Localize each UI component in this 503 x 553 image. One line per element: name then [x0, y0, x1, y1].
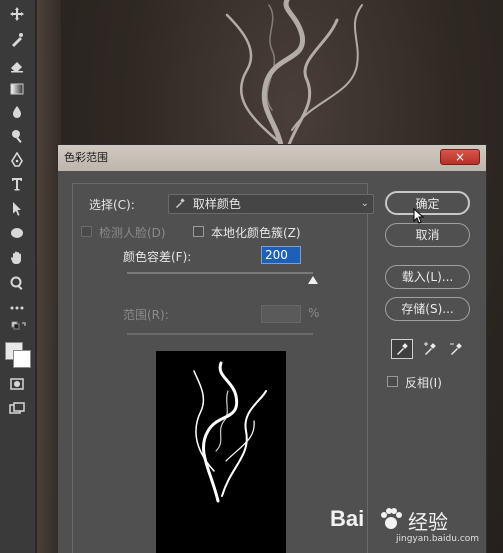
fuzziness-slider-thumb[interactable]	[308, 276, 318, 284]
range-label: 范围(R):	[123, 308, 169, 322]
fuzziness-slider-track[interactable]	[127, 272, 313, 274]
eraser-icon[interactable]	[6, 55, 28, 75]
healing-brush-icon[interactable]	[6, 30, 28, 50]
load-button[interactable]: 载入(L)...	[385, 265, 470, 289]
dialog-title: 色彩范围	[64, 151, 108, 164]
select-value: 取样颜色	[192, 197, 241, 211]
eyedropper-icon	[175, 195, 185, 213]
paw-logo-icon	[381, 508, 402, 529]
zoom-icon[interactable]	[6, 273, 28, 293]
baidu-watermark: Bai 经验 jingyan.baidu.com	[330, 500, 503, 550]
range-unit: %	[308, 306, 320, 320]
more-tools-icon[interactable]	[6, 298, 28, 318]
fuzziness-label: 颜色容差(F):	[123, 250, 192, 264]
watermark-url: jingyan.baidu.com	[396, 534, 480, 544]
move-tool-icon[interactable]	[6, 4, 28, 24]
background-color-swatch[interactable]	[13, 350, 31, 368]
eyedropper-tool-button[interactable]	[391, 339, 413, 359]
screen-mode-icon[interactable]	[6, 399, 28, 419]
invert-checkbox[interactable]	[387, 376, 398, 387]
eyedropper-plus-icon	[424, 342, 436, 355]
range-input[interactable]	[261, 305, 301, 323]
eyedropper-minus-icon	[450, 343, 462, 355]
ok-button[interactable]: 确定	[385, 191, 470, 215]
save-button[interactable]: 存储(S)...	[385, 297, 470, 321]
tools-panel	[0, 0, 36, 553]
hand-icon[interactable]	[6, 248, 28, 268]
gradient-icon[interactable]	[6, 79, 28, 99]
dialog-titlebar[interactable]: 色彩范围 ×	[58, 145, 486, 171]
color-range-dialog: 色彩范围 × 选择(C): 取样颜色 ⌄ 检测人脸(D) 本地化颜色簇(Z) 颜…	[57, 144, 487, 553]
invert-label: 反相(I)	[405, 376, 442, 390]
range-slider-track[interactable]	[127, 333, 313, 335]
watermark-brand: Bai	[330, 506, 365, 531]
eyedropper-plus-button[interactable]	[419, 339, 441, 359]
watermark-brand-2: 经验	[408, 510, 448, 534]
pen-icon[interactable]	[6, 150, 28, 170]
cancel-button[interactable]: 取消	[385, 223, 470, 247]
detect-faces-checkbox[interactable]	[81, 226, 92, 237]
fuzziness-input[interactable]: 200	[261, 246, 301, 264]
selection-preview[interactable]	[156, 351, 286, 553]
chevron-down-icon: ⌄	[360, 198, 369, 209]
type-icon[interactable]	[6, 174, 28, 194]
select-label: 选择(C):	[89, 198, 135, 212]
close-button[interactable]: ×	[440, 149, 480, 165]
localized-clusters-checkbox[interactable]	[193, 226, 204, 237]
ellipse-icon[interactable]	[6, 223, 28, 243]
path-selection-icon[interactable]	[6, 199, 28, 219]
dodge-icon[interactable]	[6, 126, 28, 146]
dialog-body: 选择(C): 取样颜色 ⌄ 检测人脸(D) 本地化颜色簇(Z) 颜色容差(F):…	[58, 171, 486, 553]
preview-smoke-image	[193, 361, 267, 503]
detect-faces-label: 检测人脸(D)	[99, 226, 166, 240]
mouse-cursor-icon	[413, 208, 425, 224]
smoke-image	[225, 0, 363, 150]
blur-icon[interactable]	[6, 102, 28, 122]
quick-mask-icon[interactable]	[6, 374, 28, 394]
select-dropdown[interactable]: 取样颜色 ⌄	[168, 194, 374, 214]
eyedropper-minus-button[interactable]	[445, 339, 467, 359]
photoshop-window: 色彩范围 × 选择(C): 取样颜色 ⌄ 检测人脸(D) 本地化颜色簇(Z) 颜…	[0, 0, 503, 553]
eyedropper-icon	[397, 343, 408, 355]
localized-clusters-label: 本地化颜色簇(Z)	[211, 226, 301, 240]
swap-colors-icon[interactable]	[6, 318, 32, 338]
